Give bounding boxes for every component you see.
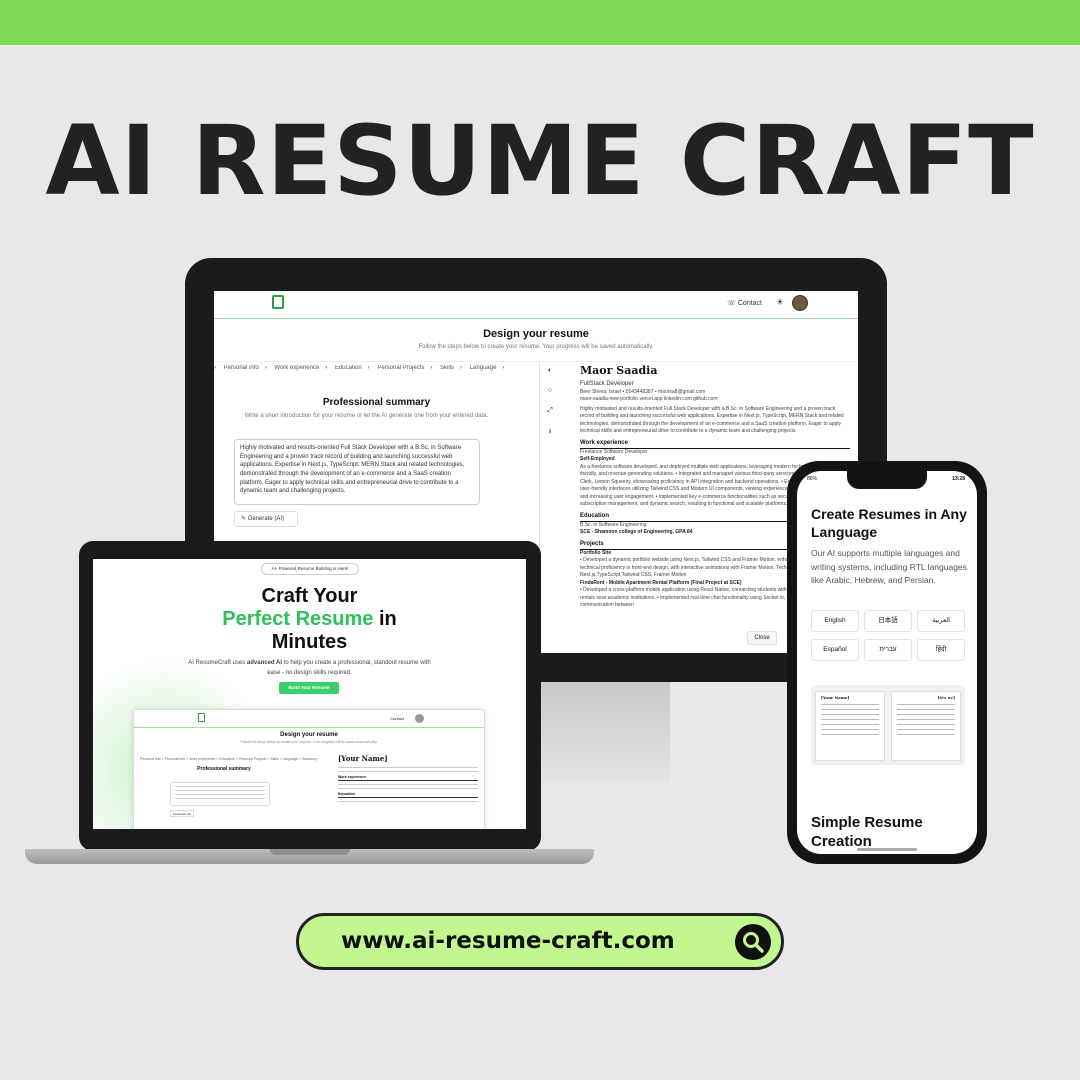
avatar xyxy=(415,714,424,723)
template-ltr[interactable]: [Your Name] xyxy=(815,691,885,761)
template-ltr-name: [Your Name] xyxy=(821,695,850,700)
smartphone: 86% 13:28 Create Resumes in Any Language… xyxy=(787,461,987,864)
lang-spanish[interactable]: Español xyxy=(811,639,859,661)
headline-line2: in xyxy=(373,608,397,630)
preview-steps: Personal Info > Personal Info > Work exp… xyxy=(140,757,318,761)
preview-work-heading: Work experience xyxy=(338,775,478,781)
preview-generate-button: Generate (AI) xyxy=(170,810,194,817)
headline-line3: Minutes xyxy=(271,631,348,653)
step-work-experience[interactable]: Work experience xyxy=(274,365,319,371)
section-subtitle: Write a short introduction for your resu… xyxy=(244,413,489,419)
template-rtl[interactable]: [שם מלא] xyxy=(891,691,961,761)
lang-japanese[interactable]: 日本語 xyxy=(864,610,912,632)
lang-hindi[interactable]: हिंदी xyxy=(917,639,965,661)
hero-description: AI ResumeCraft uses advanced AI to help … xyxy=(183,659,436,678)
lang-english[interactable]: English xyxy=(811,610,859,632)
editor-title: Design your resume xyxy=(483,328,589,340)
lang-arabic[interactable]: العربية xyxy=(917,610,965,632)
headline-green: Perfect Resume xyxy=(222,608,374,630)
generate-label: Generate (AI) xyxy=(247,516,285,522)
resume-role: FullStack Developer xyxy=(580,380,634,387)
section-title: Professional summary xyxy=(322,397,431,408)
template-rtl-name: [שם מלא] xyxy=(937,695,955,700)
resume-name: Maor Saadia xyxy=(580,364,658,377)
phone-notch xyxy=(847,471,927,489)
laptop: AI- Powered Resume Building is Here! Cra… xyxy=(79,541,541,851)
editor-subtitle: Follow the steps below to create your re… xyxy=(418,344,654,350)
preview-contact: Contact xyxy=(390,716,404,721)
desc-text: AI ResumeCraft uses xyxy=(188,660,247,666)
preview-textarea xyxy=(170,782,270,806)
resume-summary: Highly motivated and results-oriented Fu… xyxy=(580,405,844,435)
preview-subtitle: Follow the steps below to create your re… xyxy=(240,740,378,744)
expand-icon[interactable]: ⤢ xyxy=(544,407,556,427)
step-education[interactable]: Education xyxy=(335,365,362,371)
close-button[interactable]: Close xyxy=(747,631,777,645)
logo-icon xyxy=(198,713,205,722)
app-preview: Contact Design your resume Follow the st… xyxy=(133,709,485,829)
laptop-notch xyxy=(270,849,350,855)
steps-breadcrumb: › Personal info › Work experience › Educat… xyxy=(214,365,505,371)
monitor-stand xyxy=(540,682,670,782)
resume-contact: Beer Sheva, Israel • 0543448387 • maorsa… xyxy=(580,388,706,395)
top-accent-bar xyxy=(0,0,1080,45)
build-resume-button[interactable]: Build Your Resume xyxy=(279,682,339,694)
step-language[interactable]: Language xyxy=(470,365,497,371)
resume-links: maor-saadia-new-portfolio.vercel.app lin… xyxy=(580,396,718,402)
template-previews: [Your Name] [שם מלא] xyxy=(811,685,965,765)
preview-resume-name: [Your Name] xyxy=(338,754,388,763)
page-title: AI RESUME CRAFT xyxy=(45,105,1035,217)
app-navbar: ☏ Contact ☀ xyxy=(214,291,858,319)
contact-label: Contact xyxy=(737,300,762,307)
resume-work-heading: Work experience xyxy=(580,439,850,449)
preview-title: Design your resume xyxy=(280,732,338,738)
home-indicator xyxy=(857,848,917,851)
lang-hebrew[interactable]: עברית xyxy=(864,639,912,661)
avatar[interactable] xyxy=(792,295,808,311)
resume-work-title: Freelance Software Developer xyxy=(580,448,648,455)
clock: 13:28 xyxy=(952,476,965,482)
resume-toolbar: ◐ ○ ⤢ ⭳ xyxy=(544,367,556,447)
download-icon[interactable]: ⭳ xyxy=(544,427,556,447)
website-url-pill[interactable]: www.ai-resume-craft.com xyxy=(296,913,784,970)
language-section-desc: Our AI supports multiple languages and w… xyxy=(811,548,967,585)
battery-status: 86% xyxy=(807,476,818,482)
summary-textarea[interactable]: Highly motivated and results-oriented Fu… xyxy=(234,439,480,505)
website-url: www.ai-resume-craft.com xyxy=(341,928,675,954)
language-section-heading: Create Resumes in Any Language xyxy=(811,506,967,540)
step-skills[interactable]: Skills xyxy=(440,365,454,371)
laptop-screen: AI- Powered Resume Building is Here! Cra… xyxy=(93,559,526,829)
palette-icon[interactable]: ◐ xyxy=(544,367,556,387)
desc-text-end: to help you create a professional, stand… xyxy=(267,660,431,676)
headline-line1: Craft Your xyxy=(261,585,358,607)
preview-resume: [Your Name] Work experience Education xyxy=(338,754,478,805)
hero-headline: Craft Your Perfect Resume in Minutes xyxy=(93,585,526,654)
circle-icon[interactable]: ○ xyxy=(544,387,556,407)
generate-ai-button[interactable]: ✎ Generate (AI) xyxy=(234,511,298,527)
contact-link[interactable]: ☏ Contact xyxy=(727,299,762,307)
preview-edu-heading: Education xyxy=(338,792,478,798)
step-personal-info[interactable]: Personal info xyxy=(224,365,259,371)
language-grid: English 日本語 العربية Español עברית हिंदी xyxy=(811,610,965,661)
phone-screen: 86% 13:28 Create Resumes in Any Language… xyxy=(797,471,977,854)
announcement-badge: AI- Powered Resume Building is Here! xyxy=(261,563,359,575)
simple-creation-heading: Simple Resume Creation xyxy=(811,814,923,850)
preview-section-title: Professional summary xyxy=(197,766,251,772)
sun-icon[interactable]: ☀ xyxy=(776,297,784,308)
preview-navbar: Contact xyxy=(134,710,484,728)
logo-icon[interactable] xyxy=(272,295,284,309)
divider xyxy=(214,361,858,362)
step-personal-projects[interactable]: Personal Projects xyxy=(377,365,424,371)
desc-bold: advanced AI xyxy=(246,660,283,666)
search-icon[interactable] xyxy=(735,924,771,960)
